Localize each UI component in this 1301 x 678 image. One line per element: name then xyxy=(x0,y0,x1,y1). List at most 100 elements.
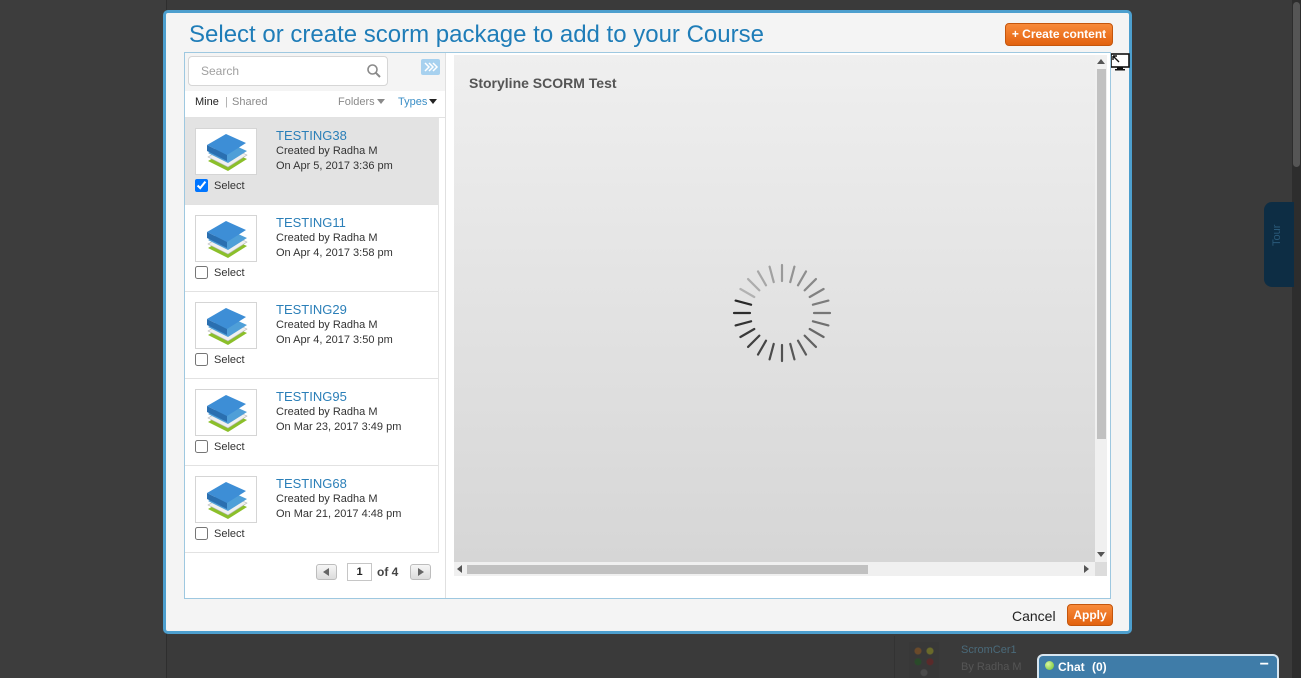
preview-vertical-scrollbar[interactable] xyxy=(1095,55,1107,562)
cancel-button[interactable]: Cancel xyxy=(1012,608,1056,624)
preview-area: Storyline SCORM Test xyxy=(454,55,1095,562)
select-checkbox[interactable] xyxy=(195,353,208,366)
background-card-thumbnail xyxy=(909,642,939,678)
content-list: TESTING38 Created by Radha M On Apr 5, 2… xyxy=(185,118,445,553)
spinner-tick xyxy=(808,327,825,339)
package-title[interactable]: TESTING68 xyxy=(276,476,347,491)
tab-shared[interactable]: Shared xyxy=(232,96,267,108)
preview-title: Storyline SCORM Test xyxy=(469,75,617,91)
package-author: Created by Radha M xyxy=(276,319,378,331)
page-count: of 4 xyxy=(377,565,399,579)
expand-panel-button[interactable] xyxy=(421,59,440,75)
caret-down-icon xyxy=(429,99,438,104)
scroll-down-icon[interactable] xyxy=(1097,552,1105,557)
spinner-tick xyxy=(789,342,796,361)
search-input[interactable] xyxy=(190,58,360,84)
minimize-icon[interactable]: − xyxy=(1260,656,1269,674)
spinner-tick xyxy=(756,270,768,287)
preview-panel: Storyline SCORM Test xyxy=(445,53,1110,598)
scrollbar-corner xyxy=(1095,562,1107,576)
select-label[interactable]: Select xyxy=(214,441,245,453)
search-row xyxy=(185,53,445,91)
fullscreen-icon[interactable] xyxy=(1110,53,1130,71)
page-scrollbar-thumb[interactable] xyxy=(1293,2,1300,167)
package-title[interactable]: TESTING29 xyxy=(276,302,347,317)
books-icon xyxy=(207,134,248,171)
vertical-scroll-thumb[interactable] xyxy=(1097,69,1106,439)
spinner-tick xyxy=(811,320,830,327)
package-author: Created by Radha M xyxy=(276,232,378,244)
spinner-tick xyxy=(803,334,818,349)
search-icon[interactable] xyxy=(365,62,383,80)
select-checkbox[interactable] xyxy=(195,179,208,192)
books-icon xyxy=(207,482,248,519)
list-item[interactable]: TESTING11 Created by Radha M On Apr 4, 2… xyxy=(185,205,438,292)
chat-bar[interactable]: Chat (0) − xyxy=(1037,654,1279,678)
spinner-tick xyxy=(796,339,808,356)
page-number-input[interactable] xyxy=(347,563,372,581)
prev-page-button[interactable] xyxy=(316,564,337,580)
folders-dropdown[interactable]: Folders xyxy=(338,96,385,108)
dialog-body: Mine | Shared Folders Types xyxy=(184,52,1111,599)
package-date: On Mar 21, 2017 4:48 pm xyxy=(276,508,402,520)
list-item[interactable]: TESTING68 Created by Radha M On Mar 21, … xyxy=(185,466,438,553)
background-card: ScromCer1 By Radha M xyxy=(894,636,1039,678)
pagination: of 4 xyxy=(185,553,445,598)
scroll-up-icon[interactable] xyxy=(1097,59,1105,64)
package-title[interactable]: TESTING95 xyxy=(276,389,347,404)
package-date: On Apr 4, 2017 3:58 pm xyxy=(276,247,393,259)
package-thumbnail xyxy=(195,476,257,523)
books-icon xyxy=(207,395,248,432)
select-checkbox[interactable] xyxy=(195,266,208,279)
spinner-tick xyxy=(746,277,761,292)
apply-button[interactable]: Apply xyxy=(1067,604,1113,626)
spinner-tick xyxy=(796,270,808,287)
page-scrollbar[interactable] xyxy=(1292,0,1301,678)
spinner-tick xyxy=(803,277,818,292)
select-label[interactable]: Select xyxy=(214,528,245,540)
horizontal-scroll-thumb[interactable] xyxy=(467,565,868,574)
spinner-tick xyxy=(746,334,761,349)
tab-mine[interactable]: Mine xyxy=(195,96,219,108)
package-title[interactable]: TESTING11 xyxy=(276,215,346,230)
select-checkbox[interactable] xyxy=(195,527,208,540)
search-box xyxy=(188,56,388,86)
background-card-author: By Radha M xyxy=(961,661,1022,673)
online-dot-icon xyxy=(1045,661,1054,670)
books-icon xyxy=(207,308,248,345)
select-label[interactable]: Select xyxy=(214,267,245,279)
list-item[interactable]: TESTING95 Created by Radha M On Mar 23, … xyxy=(185,379,438,466)
list-item[interactable]: TESTING29 Created by Radha M On Apr 4, 2… xyxy=(185,292,438,379)
scroll-left-icon[interactable] xyxy=(457,565,462,573)
spinner-tick xyxy=(734,320,753,327)
create-content-button[interactable]: + Create content xyxy=(1005,23,1113,46)
chat-count: (0) xyxy=(1092,660,1107,674)
chat-label: Chat xyxy=(1058,660,1085,674)
package-thumbnail xyxy=(195,389,257,436)
package-author: Created by Radha M xyxy=(276,406,378,418)
package-author: Created by Radha M xyxy=(276,493,378,505)
types-dropdown[interactable]: Types xyxy=(398,96,438,108)
select-label[interactable]: Select xyxy=(214,180,245,192)
spinner-icon xyxy=(732,263,832,363)
spinner-tick xyxy=(734,299,753,306)
package-author: Created by Radha M xyxy=(276,145,378,157)
scroll-right-icon[interactable] xyxy=(1084,565,1089,573)
types-label: Types xyxy=(398,96,428,108)
folders-label: Folders xyxy=(338,96,375,108)
next-page-button[interactable] xyxy=(410,564,431,580)
preview-horizontal-scrollbar[interactable] xyxy=(454,562,1095,576)
package-title[interactable]: TESTING38 xyxy=(276,128,347,143)
package-thumbnail xyxy=(195,302,257,349)
package-date: On Mar 23, 2017 3:49 pm xyxy=(276,421,402,433)
select-checkbox[interactable] xyxy=(195,440,208,453)
list-item[interactable]: TESTING38 Created by Radha M On Apr 5, 2… xyxy=(185,118,438,205)
double-chevron-right-icon xyxy=(424,62,439,72)
list-scrollbar[interactable] xyxy=(438,118,445,553)
select-label[interactable]: Select xyxy=(214,354,245,366)
spinner-tick xyxy=(811,299,830,306)
spinner-tick xyxy=(739,287,756,299)
tour-tab: Tour xyxy=(1264,202,1294,287)
caret-down-icon xyxy=(376,99,385,104)
background-card-title: ScromCer1 xyxy=(961,644,1017,656)
